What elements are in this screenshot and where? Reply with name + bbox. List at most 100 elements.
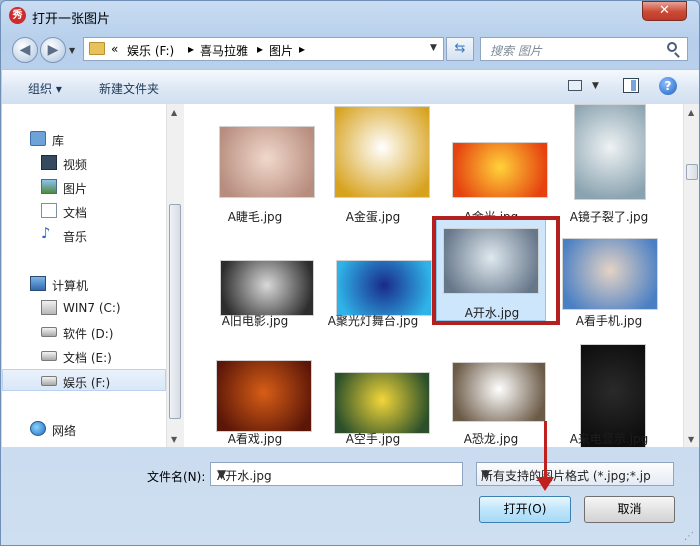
annotation-arrow <box>544 421 547 481</box>
drive-icon <box>41 376 57 386</box>
sidebar-item-drive-d[interactable]: 软件 (D:) <box>2 321 166 343</box>
search-input[interactable]: 搜索 图片 <box>480 37 688 61</box>
file-item[interactable]: A来电显示.jpg <box>550 344 668 462</box>
chevron-down-icon[interactable]: ▼ <box>592 81 599 91</box>
chevron-down-icon[interactable]: ▼ <box>481 467 653 481</box>
image-thumbnail <box>219 126 315 198</box>
file-list-scrollbar[interactable]: ▲ ▼ <box>683 104 699 447</box>
filename-input[interactable]: A开水.jpg ▼ <box>210 462 463 486</box>
file-name: A聚光灯舞台.jpg <box>327 314 419 328</box>
back-button[interactable]: ◀ <box>12 37 38 63</box>
image-thumbnail <box>562 238 658 310</box>
file-item[interactable]: A金光.jpg <box>432 104 550 224</box>
navigation-pane: 库 视频 图片 文档 ♪ 音乐 计算机 WIN7 (C:) 软件 (D:) 文档… <box>2 104 184 447</box>
file-item[interactable]: A金蛋.jpg <box>314 104 432 224</box>
file-item[interactable]: A看戏.jpg <box>196 344 314 462</box>
annotation-arrow-head <box>536 477 554 491</box>
folder-icon <box>89 42 105 55</box>
search-icon <box>667 42 677 52</box>
sidebar-item-pictures[interactable]: 图片 <box>2 176 166 198</box>
sidebar-item-documents[interactable]: 文档 <box>2 200 166 222</box>
open-button[interactable]: 打开(O) <box>479 496 571 523</box>
help-icon[interactable]: ? <box>659 77 677 95</box>
breadcrumb-separator[interactable]: ▸ <box>299 42 305 56</box>
title-bar: 秀 打开一张图片 ✕ <box>1 1 699 31</box>
sidebar-item-label: 娱乐 (F:) <box>63 376 111 390</box>
sidebar-item-label: 计算机 <box>52 279 89 293</box>
sidebar-item-label: 图片 <box>63 182 88 196</box>
change-view-icon[interactable] <box>568 80 582 91</box>
file-item[interactable]: A镜子裂了.jpg <box>550 104 668 224</box>
image-thumbnail <box>452 142 548 198</box>
sidebar-item-label: 音乐 <box>63 230 88 244</box>
sidebar-item-videos[interactable]: 视频 <box>2 152 166 174</box>
video-library-icon <box>41 155 57 170</box>
forward-button[interactable]: ▶ <box>40 37 66 63</box>
recent-locations-dropdown[interactable]: ▼ <box>69 46 75 55</box>
sidebar-item-label: 文档 <box>63 206 88 220</box>
breadcrumb-current[interactable]: 图片 <box>269 42 293 59</box>
new-folder-button[interactable]: 新建文件夹 <box>99 80 159 97</box>
sidebar-item-libraries[interactable]: 库 <box>2 128 166 150</box>
file-type-select[interactable]: 所有支持的图片格式 (*.jpg;*.jp ▼ <box>476 462 674 486</box>
scroll-up-arrow-icon[interactable]: ▲ <box>688 108 694 117</box>
file-list: A睫毛.jpgA金蛋.jpgA金光.jpgA镜子裂了.jpg A旧电影.jpg A聚… <box>184 104 699 448</box>
file-item[interactable]: A睫毛.jpg <box>196 104 315 224</box>
file-name: A来电显示.jpg <box>569 432 649 446</box>
network-icon <box>30 421 46 436</box>
sidebar-item-label: 网络 <box>52 424 77 438</box>
sidebar-item-music[interactable]: ♪ 音乐 <box>2 224 166 246</box>
breadcrumb-folder[interactable]: 喜马拉雅 <box>200 42 248 59</box>
scroll-down-arrow-icon[interactable]: ▼ <box>688 435 694 444</box>
file-item[interactable]: A旧电影.jpg <box>196 222 314 340</box>
cancel-button[interactable]: 取消 <box>584 496 675 523</box>
file-name: A看手机.jpg <box>575 314 643 328</box>
scrollbar-thumb[interactable] <box>169 204 181 419</box>
file-item[interactable]: A空手.jpg <box>314 344 432 462</box>
sidebar-item-label: 文档 (E:) <box>63 351 112 365</box>
breadcrumb-separator[interactable]: ▸ <box>257 42 263 56</box>
breadcrumb-overflow[interactable]: « <box>111 42 118 56</box>
scroll-down-arrow-icon[interactable]: ▼ <box>171 435 177 444</box>
open-file-dialog: 秀 打开一张图片 ✕ ◀ ▶ ▼ « 娱乐 (F:) ▸ 喜马拉雅 ▸ 图片 ▸… <box>0 0 700 546</box>
system-drive-icon <box>41 300 57 315</box>
image-thumbnail <box>336 260 432 316</box>
music-library-icon: ♪ <box>41 224 51 242</box>
sidebar-item-network[interactable]: 网络 <box>2 418 166 440</box>
sidebar-item-drive-f[interactable]: 娱乐 (F:) <box>2 369 166 391</box>
file-name: A恐龙.jpg <box>463 432 519 446</box>
chevron-down-icon[interactable]: ▼ <box>217 467 226 481</box>
close-button[interactable]: ✕ <box>642 1 687 21</box>
file-item[interactable]: A恐龙.jpg <box>432 344 550 462</box>
chevron-down-icon[interactable]: ▼ <box>430 43 437 53</box>
file-item[interactable]: A聚光灯舞台.jpg <box>314 222 432 340</box>
sidebar-item-computer[interactable]: 计算机 <box>2 273 166 295</box>
sidebar-item-drive-e[interactable]: 文档 (E:) <box>2 345 166 367</box>
scrollbar-thumb[interactable] <box>686 164 698 180</box>
computer-icon <box>30 276 46 291</box>
sidebar-item-label: 视频 <box>63 158 88 172</box>
file-name: A看戏.jpg <box>227 432 283 446</box>
highlight-annotation <box>432 216 560 325</box>
address-bar[interactable]: « 娱乐 (F:) ▸ 喜马拉雅 ▸ 图片 ▸ ▼ <box>83 37 444 61</box>
command-toolbar: 组织 ▾ 新建文件夹 ▼ ? <box>2 69 699 105</box>
resize-grip-icon[interactable]: ⋰ <box>684 531 696 543</box>
library-icon <box>30 131 46 146</box>
breadcrumb-separator[interactable]: ▸ <box>188 42 194 56</box>
sidebar-item-label: 库 <box>52 134 65 148</box>
drive-icon <box>41 327 57 337</box>
drive-icon <box>41 351 57 361</box>
breadcrumb-drive[interactable]: 娱乐 (F:) <box>127 42 174 59</box>
image-thumbnail <box>220 260 314 316</box>
file-item[interactable]: A看手机.jpg <box>550 222 668 340</box>
documents-library-icon <box>41 203 57 218</box>
image-thumbnail <box>334 106 430 198</box>
preview-pane-icon[interactable] <box>623 78 639 93</box>
organize-menu[interactable]: 组织 ▾ <box>28 80 62 97</box>
image-thumbnail <box>334 372 430 434</box>
sidebar-item-drive-c[interactable]: WIN7 (C:) <box>2 297 166 319</box>
scroll-up-arrow-icon[interactable]: ▲ <box>171 108 177 117</box>
sidebar-scrollbar[interactable]: ▲ ▼ <box>166 104 184 447</box>
refresh-button[interactable]: ⇆ <box>446 37 474 61</box>
image-thumbnail <box>574 104 646 200</box>
